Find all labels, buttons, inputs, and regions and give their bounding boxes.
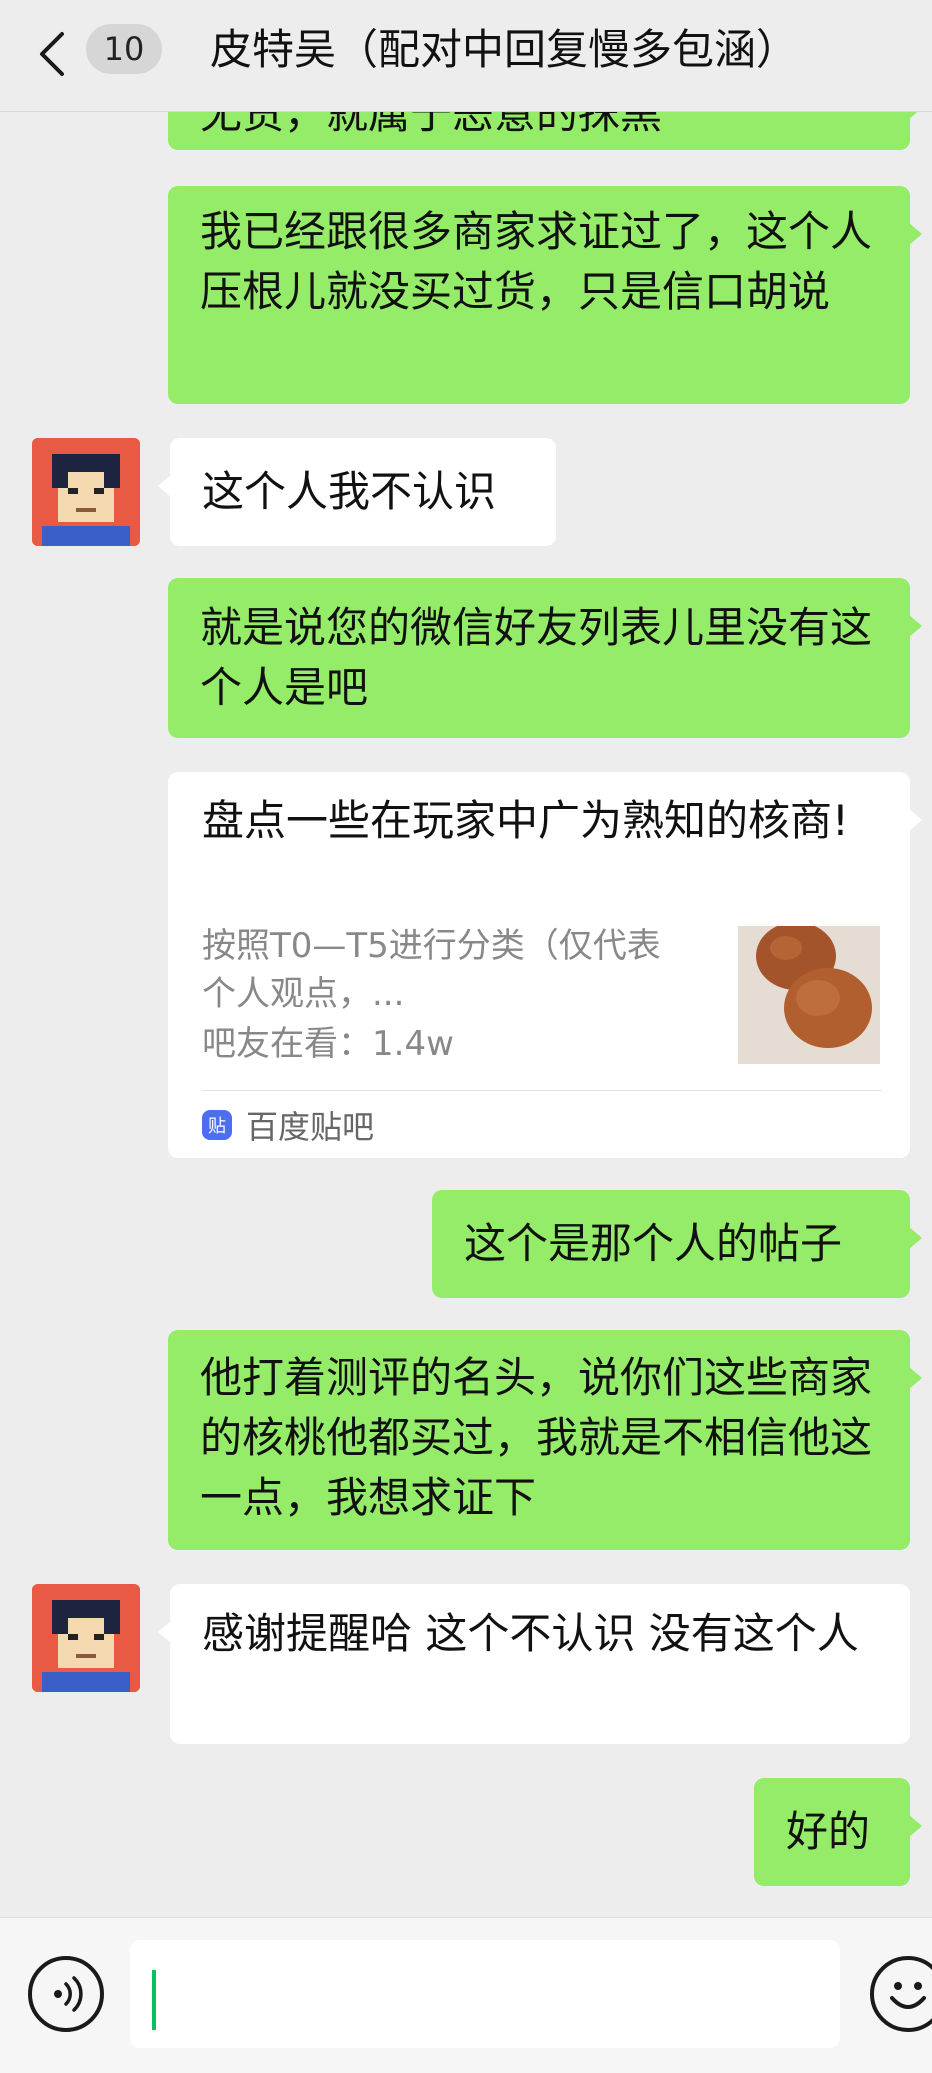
card-divider [202, 1090, 882, 1091]
message-text: 好的 [786, 1807, 871, 1856]
back-chevron-icon [40, 32, 64, 76]
message-input[interactable] [130, 1940, 840, 2048]
contact-avatar[interactable] [32, 1584, 140, 1692]
message-text: 这个人我不认识 [202, 467, 497, 516]
card-title: 盘点一些在玩家中广为熟知的核商! [202, 796, 849, 845]
source-label: 百度贴吧 [246, 1108, 375, 1146]
message-sent[interactable]: 我已经跟很多商家求证过了，这个人压根儿就没买过货，只是信口胡说 [168, 186, 922, 404]
message-text: 就是说您的微信好友列表儿里没有这个人是吧 [200, 603, 873, 712]
card-thumbnail [738, 926, 880, 1064]
chat-header: 10 皮特吴（配对中回复慢多包涵） [0, 0, 932, 112]
voice-icon [54, 1976, 83, 2012]
back-button[interactable] [38, 26, 78, 82]
message-sent[interactable]: 无货，就属于恶意的抹黑 [168, 112, 922, 150]
unread-count-badge[interactable]: 10 [86, 24, 162, 74]
text-caret [152, 1970, 156, 2030]
pixel-avatar-icon [32, 1584, 140, 1692]
message-text: 他打着测评的名头，说你们这些商家的核桃他都买过，我就是不相信他这一点，我想求证下 [200, 1353, 873, 1522]
emoji-icon [890, 1982, 926, 2009]
message-received[interactable]: 感谢提醒哈 这个不认识 没有这个人 [158, 1584, 910, 1744]
walnut-image [738, 926, 880, 1064]
message-text: 无货，就属于恶意的抹黑 [200, 112, 663, 138]
card-description: 按照T0—T5进行分类（仅代表个人观点，... [202, 926, 661, 1014]
chat-title: 皮特吴（配对中回复慢多包涵） [210, 25, 799, 74]
card-view-count: 吧友在看：1.4w [202, 1024, 454, 1064]
message-text: 我已经跟很多商家求证过了，这个人压根儿就没买过货，只是信口胡说 [200, 207, 873, 316]
message-text: 感谢提醒哈 这个不认识 没有这个人 [202, 1609, 859, 1658]
emoji-button[interactable] [870, 1956, 932, 2032]
message-received[interactable]: 这个人我不认识 [158, 438, 556, 546]
chat-screen: 10 皮特吴（配对中回复慢多包涵） 无货，就属于恶意的抹黑 我已经跟很多商家求证… [0, 0, 932, 2073]
baidu-tieba-icon: 贴 [202, 1110, 232, 1140]
message-sent[interactable]: 他打着测评的名头，说你们这些商家的核桃他都买过，我就是不相信他这一点，我想求证下 [168, 1330, 922, 1550]
input-bar [0, 1917, 932, 2073]
message-sent[interactable]: 好的 [754, 1778, 922, 1886]
message-sent[interactable]: 就是说您的微信好友列表儿里没有这个人是吧 [168, 578, 922, 738]
card-source: 贴 百度贴吧 [202, 1104, 374, 1146]
message-list[interactable]: 无货，就属于恶意的抹黑 我已经跟很多商家求证过了，这个人压根儿就没买过货，只是信… [0, 112, 932, 1917]
shared-link-card[interactable]: 盘点一些在玩家中广为熟知的核商! 按照T0—T5进行分类（仅代表个人观点，...… [168, 772, 922, 1158]
contact-avatar[interactable] [32, 438, 140, 546]
voice-button[interactable] [28, 1956, 104, 2032]
message-sent[interactable]: 这个是那个人的帖子 [432, 1190, 922, 1298]
message-text: 这个是那个人的帖子 [464, 1219, 843, 1268]
pixel-avatar-icon [32, 438, 140, 546]
